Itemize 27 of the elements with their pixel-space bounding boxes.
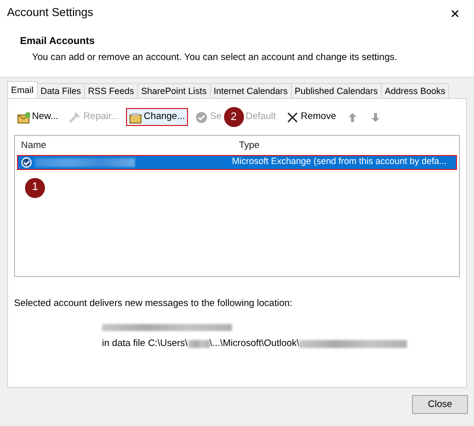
tab[interactable]: Address Books [380,83,450,98]
close-icon [286,110,299,124]
path-text: \...\Microsoft\Outlook\ [210,336,300,350]
default-check-icon [21,156,32,168]
tab[interactable]: Email [7,81,38,98]
tab[interactable]: RSS Feeds [84,83,138,98]
path-text: in data file C:\Users\ [102,336,188,350]
description-text: You can add or remove an account. You can select an account and change its settings. [31,51,398,65]
window-title: Account Settings [7,6,94,22]
column-header: Type [239,139,260,154]
close-button[interactable]: Close [412,395,468,414]
checkmark-icon [195,110,208,124]
location-label: Selected account delivers new messages to the following location: [14,297,294,312]
column-header: Name [21,139,48,154]
toolbar-button[interactable]: Remove [282,108,340,126]
step-marker: 2 [224,107,244,128]
redacted-text [188,340,210,348]
account-row[interactable]: Microsoft Exchange (send from this account by defa... [17,154,457,170]
down-arrow-icon [369,110,382,124]
toolbar-button[interactable]: New... [14,108,62,126]
account-type: Microsoft Exchange (send from this account by defa... [232,155,447,168]
toolbar-button[interactable]: Change... [126,108,188,126]
section-title: Email Accounts [20,35,96,49]
close-button[interactable]: ✕ [446,5,464,23]
step-marker: 1 [25,178,45,198]
up-arrow-icon [346,110,360,124]
tab[interactable]: Internet Calendars [210,83,292,98]
